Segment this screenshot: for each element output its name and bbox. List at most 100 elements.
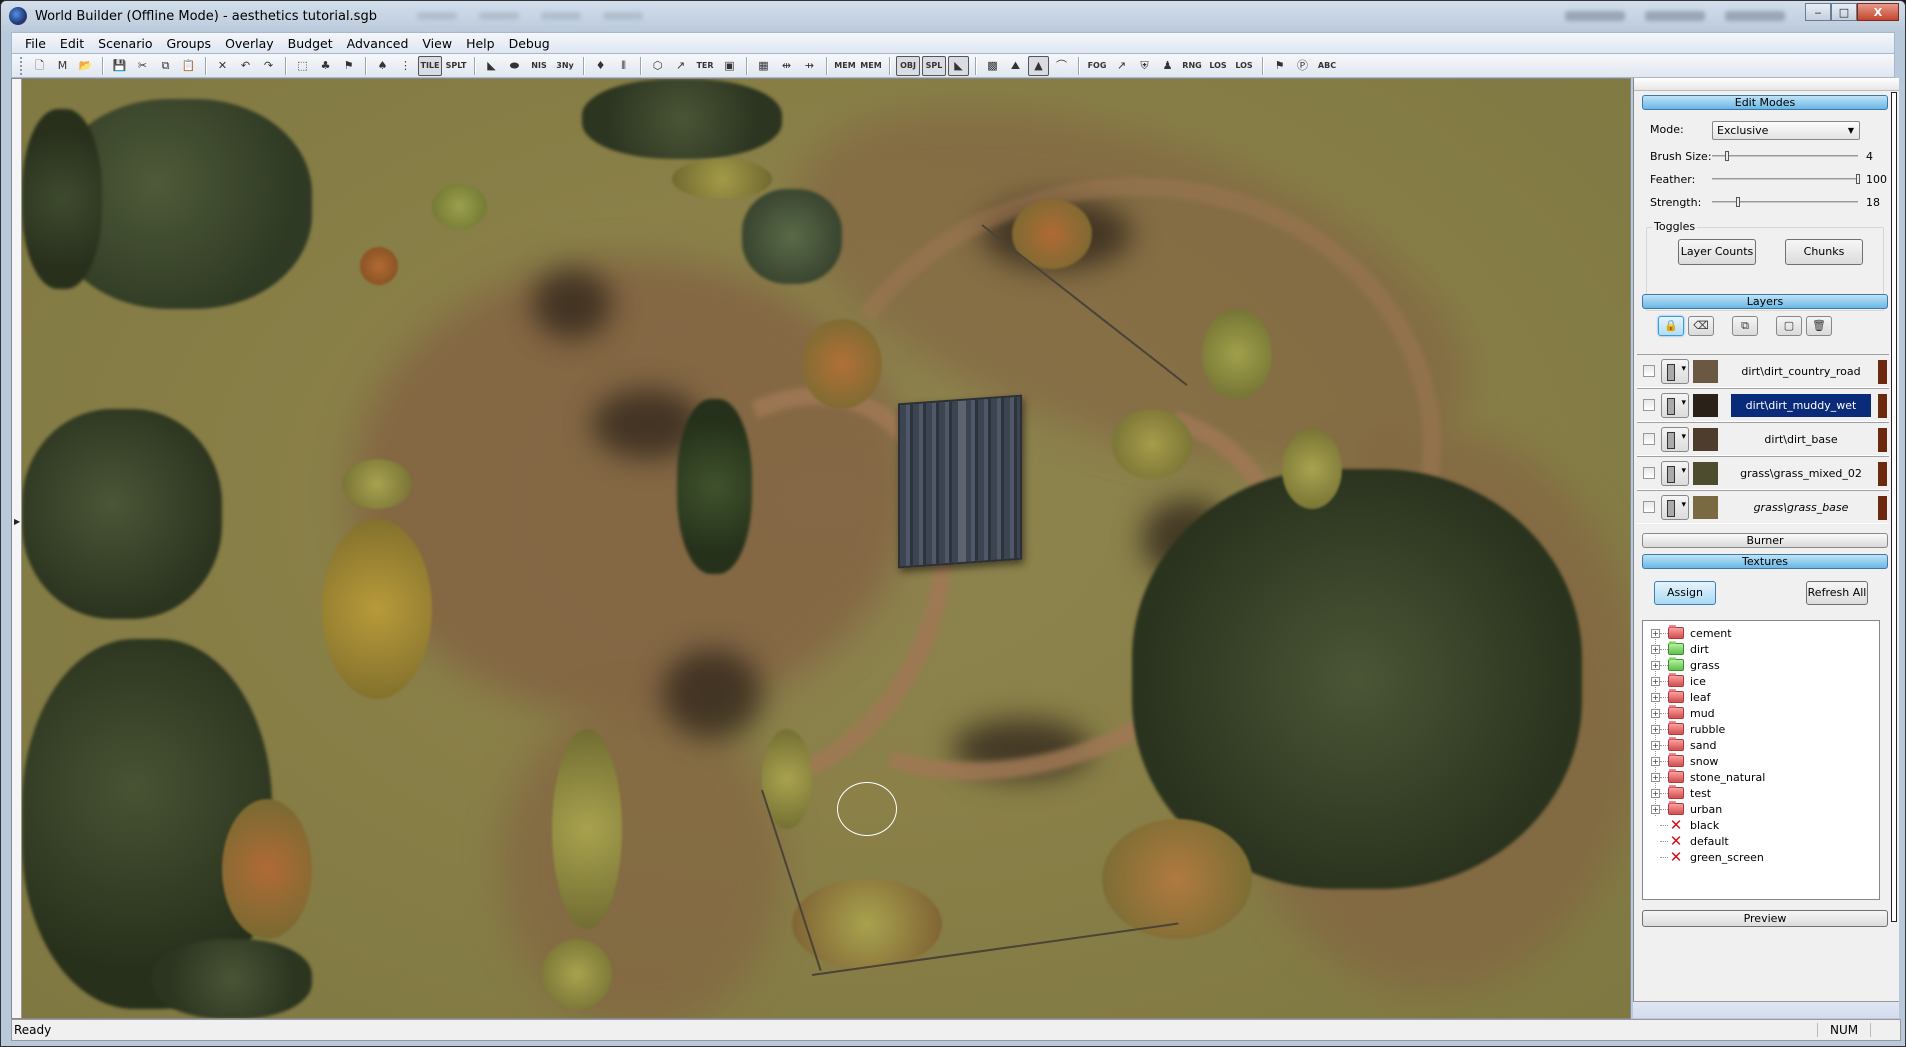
strength-slider-thumb[interactable] — [1736, 197, 1741, 207]
layer-color-bar[interactable] — [1878, 428, 1887, 452]
texture-folder[interactable]: + sand — [1651, 737, 1716, 753]
expand-plus-icon[interactable]: + — [1651, 804, 1660, 814]
new-icon[interactable]: 🗋 — [29, 56, 50, 76]
menu-overlay[interactable]: Overlay — [218, 36, 281, 51]
assign-button[interactable]: Assign — [1654, 581, 1716, 605]
eraser-icon[interactable]: ⌫ — [1688, 316, 1714, 336]
select-region-icon[interactable]: ⬚ — [292, 56, 313, 76]
layer-blend-dropdown[interactable] — [1661, 461, 1689, 486]
texture-item[interactable]: ✕ default — [1651, 832, 1729, 850]
maximize-button[interactable]: □ — [1831, 3, 1857, 21]
texture-folder[interactable]: + leaf — [1651, 689, 1710, 705]
expand-plus-icon[interactable]: + — [1651, 644, 1660, 654]
strength-slider[interactable] — [1712, 197, 1858, 207]
layer-visibility-checkbox[interactable] — [1643, 433, 1655, 445]
expand-plus-icon[interactable]: + — [1651, 756, 1660, 766]
ter-icon[interactable]: TER — [693, 56, 717, 76]
menu-budget[interactable]: Budget — [281, 36, 340, 51]
lock-icon[interactable]: 🔒 — [1658, 316, 1684, 336]
split-icon[interactable]: SPLT — [444, 56, 468, 76]
layer-name[interactable]: dirt\dirt_country_road — [1731, 360, 1871, 383]
layer-counts-button[interactable]: Layer Counts — [1678, 239, 1756, 265]
expand-arrow-icon[interactable]: ▶ — [14, 517, 20, 526]
expand-plus-icon[interactable]: + — [1651, 772, 1660, 782]
show-flag-abc-icon[interactable]: ABC — [1315, 56, 1339, 76]
refresh-all-button[interactable]: Refresh All — [1806, 581, 1868, 605]
show-los-icon[interactable]: LOS — [1206, 56, 1230, 76]
layer-color-bar[interactable] — [1878, 496, 1887, 520]
textures-header[interactable]: Textures — [1642, 554, 1888, 569]
menu-edit[interactable]: Edit — [53, 36, 91, 51]
layer-blend-dropdown[interactable] — [1661, 427, 1689, 452]
tile-icon[interactable]: TILE — [418, 55, 442, 76]
undo-icon[interactable]: ↶ — [235, 56, 256, 76]
show-fog-icon[interactable]: FOG — [1085, 56, 1109, 76]
texture-folder[interactable]: + mud — [1651, 705, 1715, 721]
texture-item[interactable]: ✕ black — [1651, 816, 1719, 834]
menu-file[interactable]: File — [18, 36, 53, 51]
expand-plus-icon[interactable]: + — [1651, 660, 1660, 670]
layer-color-bar[interactable] — [1878, 394, 1887, 418]
show-mountain-icon[interactable]: ▲ — [1028, 55, 1049, 76]
expand-plus-icon[interactable]: + — [1651, 628, 1660, 638]
layer-row[interactable]: grass\grass_base — [1637, 490, 1889, 524]
texture-folder[interactable]: + snow — [1651, 753, 1718, 769]
frame-icon[interactable]: ▣ — [719, 56, 740, 76]
layer-name[interactable]: dirt\dirt_muddy_wet — [1731, 394, 1871, 417]
left-collapse-strip[interactable]: ▶ — [12, 79, 22, 1018]
texture-folder[interactable]: + rubble — [1651, 721, 1725, 737]
show-flag-circle-icon[interactable]: Ⓟ — [1292, 56, 1313, 76]
mem-dmp-icon[interactable]: MEM — [833, 56, 857, 76]
show-spl-icon[interactable]: SPL — [922, 55, 946, 76]
layer-row[interactable]: dirt\dirt_muddy_wet — [1637, 388, 1889, 422]
menu-help[interactable]: Help — [459, 36, 502, 51]
menu-advanced[interactable]: Advanced — [340, 36, 416, 51]
mode-select[interactable]: Exclusive ▼ — [1712, 121, 1860, 140]
texture-folder[interactable]: + ice — [1651, 673, 1706, 689]
show-bridge-icon[interactable]: ⌒ — [1051, 56, 1072, 76]
split-left-icon[interactable]: ⇹ — [776, 56, 797, 76]
show-units-icon[interactable]: ♟ — [1157, 56, 1178, 76]
expand-plus-icon[interactable]: + — [1651, 708, 1660, 718]
tree-icon[interactable]: ♠ — [372, 56, 393, 76]
trash-icon[interactable]: 🗑 — [1806, 316, 1832, 336]
marker-icon[interactable]: ♦ — [590, 56, 611, 76]
road-icon[interactable]: ◣ — [481, 56, 502, 76]
calendar-icon[interactable]: ▦ — [753, 56, 774, 76]
wooden-house[interactable] — [898, 394, 1022, 569]
texture-item[interactable]: ✕ green_screen — [1651, 848, 1764, 866]
layer-row[interactable]: dirt\dirt_base — [1637, 422, 1889, 456]
expand-plus-icon[interactable]: + — [1651, 788, 1660, 798]
layer-blend-dropdown[interactable] — [1661, 393, 1689, 418]
delete-icon[interactable]: ✕ — [212, 56, 233, 76]
panel-scrollbar[interactable] — [1891, 92, 1897, 922]
layer-blend-dropdown[interactable] — [1661, 495, 1689, 520]
split-right-icon[interactable]: ⇸ — [799, 56, 820, 76]
menu-groups[interactable]: Groups — [159, 36, 218, 51]
edit-modes-header[interactable]: Edit Modes — [1642, 95, 1888, 110]
show-shield-icon[interactable]: ⛨ — [1134, 56, 1155, 76]
3ny-icon[interactable]: 3Ny — [553, 56, 577, 76]
nis-icon[interactable]: NIS — [527, 56, 551, 76]
show-road-icon[interactable]: ◣ — [948, 55, 969, 76]
show-rng-icon[interactable]: RNG — [1180, 56, 1204, 76]
expand-plus-icon[interactable]: + — [1651, 676, 1660, 686]
replace-icon[interactable]: ⧉ — [1732, 316, 1758, 336]
new-map-icon[interactable]: M — [52, 56, 73, 76]
expand-plus-icon[interactable]: + — [1651, 692, 1660, 702]
layer-color-bar[interactable] — [1878, 360, 1887, 384]
chunks-button[interactable]: Chunks — [1785, 239, 1863, 265]
copy-icon[interactable]: ⧉ — [155, 56, 176, 76]
layer-visibility-checkbox[interactable] — [1643, 399, 1655, 411]
squad-icon[interactable]: ♣ — [315, 56, 336, 76]
open-folder-icon[interactable]: 📂 — [75, 56, 96, 76]
map-viewport[interactable] — [22, 79, 1630, 1018]
layer-blend-dropdown[interactable] — [1661, 359, 1689, 384]
layer-row[interactable]: grass\grass_mixed_02 — [1637, 456, 1889, 490]
menu-debug[interactable]: Debug — [502, 36, 557, 51]
cut-icon[interactable]: ✂ — [132, 56, 153, 76]
toolbar-grip[interactable] — [20, 56, 23, 75]
mem-stat-icon[interactable]: MEM — [859, 56, 883, 76]
layer-color-bar[interactable] — [1878, 462, 1887, 486]
show-arrow-icon[interactable]: ↗ — [1111, 56, 1132, 76]
